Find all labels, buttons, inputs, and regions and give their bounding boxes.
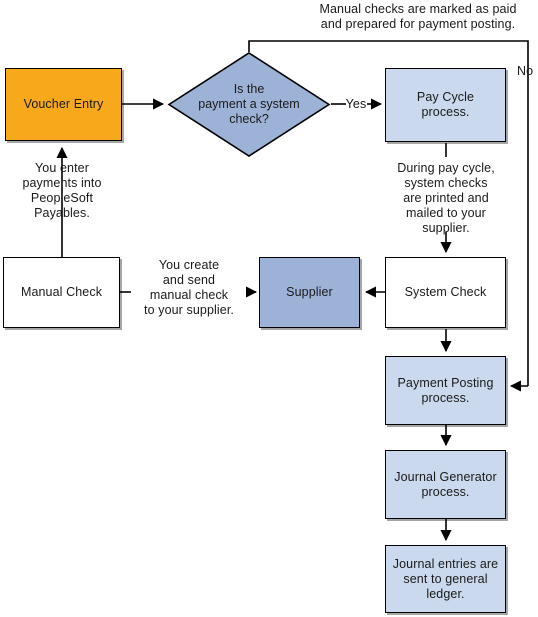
edge-label-voucher-entry-note: You enter payments into PeopleSoft Payab…: [22, 161, 102, 220]
edge-label-yes: Yes: [345, 97, 367, 111]
node-system-check[interactable]: System Check: [385, 257, 506, 328]
node-decision-system-check[interactable]: Is the payment a system check?: [167, 51, 331, 158]
node-pay-cycle[interactable]: Pay Cycle process.: [385, 68, 506, 142]
node-payment-posting[interactable]: Payment Posting process.: [385, 356, 506, 425]
node-manual-check[interactable]: Manual Check: [3, 257, 120, 328]
node-journal-generator-label: Journal Generator process.: [394, 469, 497, 499]
flowchart-canvas: Voucher Entry Is the payment a system ch…: [0, 0, 538, 617]
node-journal-generator[interactable]: Journal Generator process.: [385, 450, 506, 519]
node-payment-posting-label: Payment Posting process.: [397, 375, 494, 405]
node-supplier-label: Supplier: [286, 285, 333, 299]
edge-label-pay-cycle-note: During pay cycle, system checks are prin…: [397, 161, 495, 235]
node-decision-label: Is the payment a system check?: [198, 82, 300, 126]
node-manual-check-label: Manual Check: [20, 285, 103, 299]
node-voucher-entry-label: Voucher Entry: [23, 97, 104, 111]
edge-label-manual-check-note: You create and send manual check to your…: [144, 258, 234, 317]
edge-label-manual-checks-note: Manual checks are marked as paid and pre…: [319, 2, 517, 31]
node-journal-entries[interactable]: Journal entries are sent to general ledg…: [385, 545, 506, 613]
node-system-check-label: System Check: [404, 285, 487, 299]
node-journal-entries-label: Journal entries are sent to general ledg…: [392, 556, 499, 601]
node-voucher-entry[interactable]: Voucher Entry: [5, 68, 122, 141]
node-pay-cycle-label: Pay Cycle process.: [416, 90, 475, 119]
edge-label-no: No: [517, 64, 534, 78]
node-supplier[interactable]: Supplier: [259, 257, 360, 328]
